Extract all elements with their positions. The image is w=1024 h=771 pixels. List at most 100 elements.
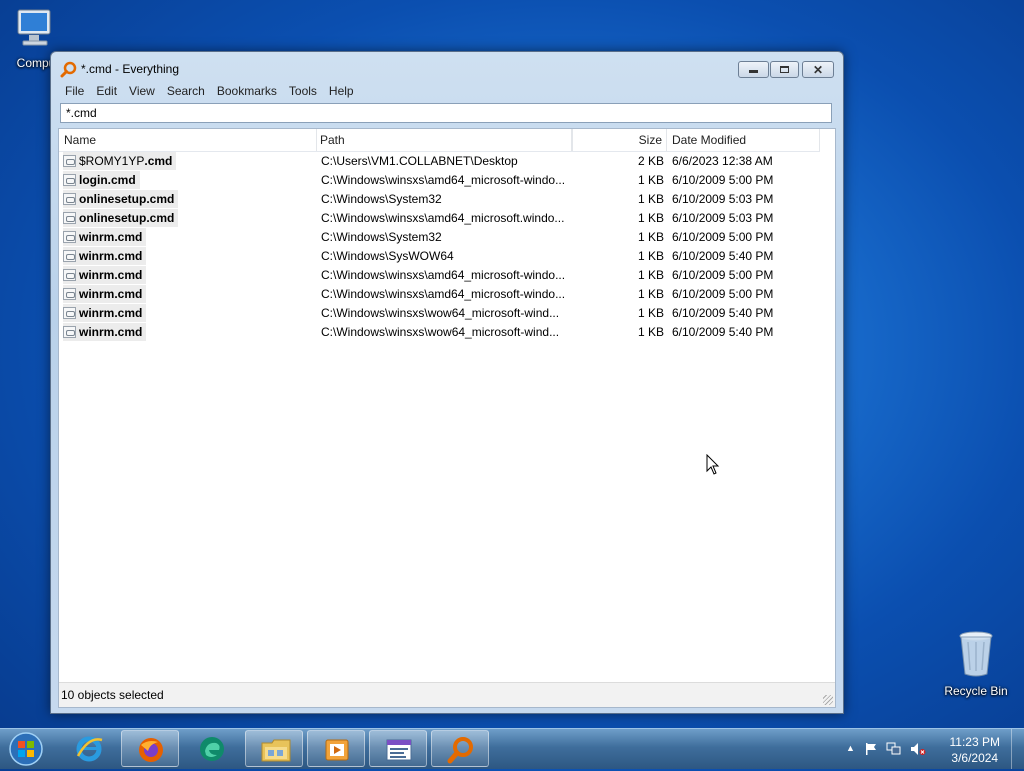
menu-file[interactable]: File <box>59 82 90 100</box>
start-button[interactable] <box>4 730 50 768</box>
script-file-icon <box>63 250 76 262</box>
file-path: C:\Windows\winsxs\amd64_microsoft-windo.… <box>321 268 566 282</box>
file-name: winrm.cmd <box>63 323 147 341</box>
file-explorer-icon <box>260 735 292 768</box>
network-icon[interactable] <box>886 742 902 759</box>
menu-search[interactable]: Search <box>161 82 211 100</box>
file-size: 2 KB <box>637 154 664 168</box>
file-size: 1 KB <box>637 249 664 263</box>
status-text: 10 objects selected <box>61 688 164 702</box>
file-date: 6/6/2023 12:38 AM <box>672 154 773 168</box>
table-row[interactable]: winrm.cmd C:\Windows\SysWOW64 1 KB 6/10/… <box>59 247 820 266</box>
media-player-icon <box>322 735 352 768</box>
file-date: 6/10/2009 5:40 PM <box>672 306 774 320</box>
script-file-icon <box>63 193 76 205</box>
minimize-button[interactable] <box>738 61 769 78</box>
table-row[interactable]: onlinesetup.cmd C:\Windows\winsxs\amd64_… <box>59 209 820 228</box>
script-file-icon <box>63 269 76 281</box>
restore-icon <box>780 66 789 73</box>
script-file-icon <box>63 212 76 224</box>
file-name-base: winrm <box>79 287 115 301</box>
file-name: winrm.cmd <box>63 285 147 303</box>
table-row[interactable]: winrm.cmd C:\Windows\winsxs\wow64_micros… <box>59 323 820 342</box>
column-name-header[interactable]: Name <box>59 129 317 151</box>
file-name-base: winrm <box>79 249 115 263</box>
show-desktop-button[interactable] <box>1011 729 1024 769</box>
taskbar-window-app[interactable] <box>369 730 427 767</box>
file-name-match: .cmd <box>114 306 143 320</box>
file-name-match: .cmd <box>114 268 143 282</box>
file-path: C:\Windows\winsxs\wow64_microsoft-wind..… <box>321 306 560 320</box>
recycle-bin-desktop-icon[interactable]: Recycle Bin <box>940 630 1012 698</box>
resize-grip[interactable] <box>823 695 833 705</box>
column-path-header[interactable]: Path <box>317 129 572 151</box>
file-name-base: winrm <box>79 325 115 339</box>
menu-help[interactable]: Help <box>323 82 360 100</box>
menu-view[interactable]: View <box>123 82 161 100</box>
file-name-base: onlinesetup <box>79 192 147 206</box>
script-file-icon <box>63 288 76 300</box>
menu-bookmarks[interactable]: Bookmarks <box>211 82 283 100</box>
taskbar-file-explorer[interactable] <box>245 730 303 767</box>
file-date: 6/10/2009 5:00 PM <box>672 287 774 301</box>
clock-time: 11:23 PM <box>949 735 1000 749</box>
file-date: 6/10/2009 5:00 PM <box>672 230 774 244</box>
file-path: C:\Windows\winsxs\amd64_microsoft.windo.… <box>321 211 565 225</box>
clock[interactable]: 11:23 PM 3/6/2024 <box>950 734 1000 766</box>
file-name-match: .cmd <box>114 230 143 244</box>
table-row[interactable]: winrm.cmd C:\Windows\winsxs\amd64_micros… <box>59 266 820 285</box>
column-size-header[interactable]: Size <box>619 129 667 151</box>
file-name-base: winrm <box>79 268 115 282</box>
chevron-up-icon[interactable]: ▲ <box>846 743 855 753</box>
table-row[interactable]: winrm.cmd C:\Windows\winsxs\wow64_micros… <box>59 304 820 323</box>
taskbar-everything[interactable] <box>431 730 489 767</box>
file-path: C:\Windows\SysWOW64 <box>321 249 454 263</box>
table-row[interactable]: winrm.cmd C:\Windows\winsxs\amd64_micros… <box>59 285 820 304</box>
file-date: 6/10/2009 5:40 PM <box>672 325 774 339</box>
file-size: 1 KB <box>637 192 664 206</box>
file-path: C:\Windows\winsxs\wow64_microsoft-wind..… <box>321 325 560 339</box>
close-button[interactable]: ✕ <box>802 61 834 78</box>
minimize-icon <box>749 70 758 73</box>
file-size: 1 KB <box>637 268 664 282</box>
taskbar-internet-explorer[interactable] <box>60 730 118 767</box>
taskbar-media-player[interactable] <box>307 730 365 767</box>
menu-edit[interactable]: Edit <box>90 82 123 100</box>
internet-explorer-icon <box>74 734 104 767</box>
status-bar: 10 objects selected <box>59 682 835 707</box>
firefox-icon <box>136 735 166 768</box>
taskbar-firefox[interactable] <box>121 730 179 767</box>
title-bar[interactable]: *.cmd - Everything ✕ <box>51 52 843 84</box>
system-tray: ▲ 11:23 PM 3/6/2024 <box>834 729 1024 769</box>
everything-window: *.cmd - Everything ✕ File Edit View Search B… <box>50 51 844 714</box>
table-row[interactable]: onlinesetup.cmd C:\Windows\System32 1 KB… <box>59 190 820 209</box>
results-list: $ROMY1YP.cmd C:\Users\VM1.COLLABNET\Desk… <box>59 152 820 342</box>
everything-search-icon <box>446 735 476 768</box>
file-name-match: .cmd <box>114 249 143 263</box>
column-header: Name Path Size Date Modified <box>59 129 820 152</box>
file-date: 6/10/2009 5:40 PM <box>672 249 774 263</box>
file-name-match: .cmd <box>144 154 173 168</box>
mouse-cursor-icon <box>706 453 720 478</box>
menu-tools[interactable]: Tools <box>283 82 323 100</box>
search-input[interactable] <box>60 103 832 123</box>
file-path: C:\Windows\System32 <box>321 192 442 206</box>
action-center-flag-icon[interactable] <box>864 742 878 759</box>
file-name-match: .cmd <box>146 192 175 206</box>
file-size: 1 KB <box>637 306 664 320</box>
file-name-base: login <box>79 173 108 187</box>
file-path: C:\Windows\winsxs\amd64_microsoft-windo.… <box>321 287 566 301</box>
column-date-header[interactable]: Date Modified <box>667 129 820 151</box>
file-path: C:\Users\VM1.COLLABNET\Desktop <box>321 154 518 168</box>
file-name: $ROMY1YP.cmd <box>63 152 177 170</box>
file-date: 6/10/2009 5:03 PM <box>672 192 774 206</box>
taskbar-edge[interactable] <box>183 730 241 767</box>
table-row[interactable]: $ROMY1YP.cmd C:\Users\VM1.COLLABNET\Desk… <box>59 152 820 171</box>
table-row[interactable]: winrm.cmd C:\Windows\System32 1 KB 6/10/… <box>59 228 820 247</box>
table-row[interactable]: login.cmd C:\Windows\winsxs\amd64_micros… <box>59 171 820 190</box>
restore-button[interactable] <box>770 61 799 78</box>
script-file-icon <box>63 307 76 319</box>
file-name: winrm.cmd <box>63 228 147 246</box>
file-name: winrm.cmd <box>63 266 147 284</box>
volume-muted-icon[interactable] <box>910 742 926 759</box>
